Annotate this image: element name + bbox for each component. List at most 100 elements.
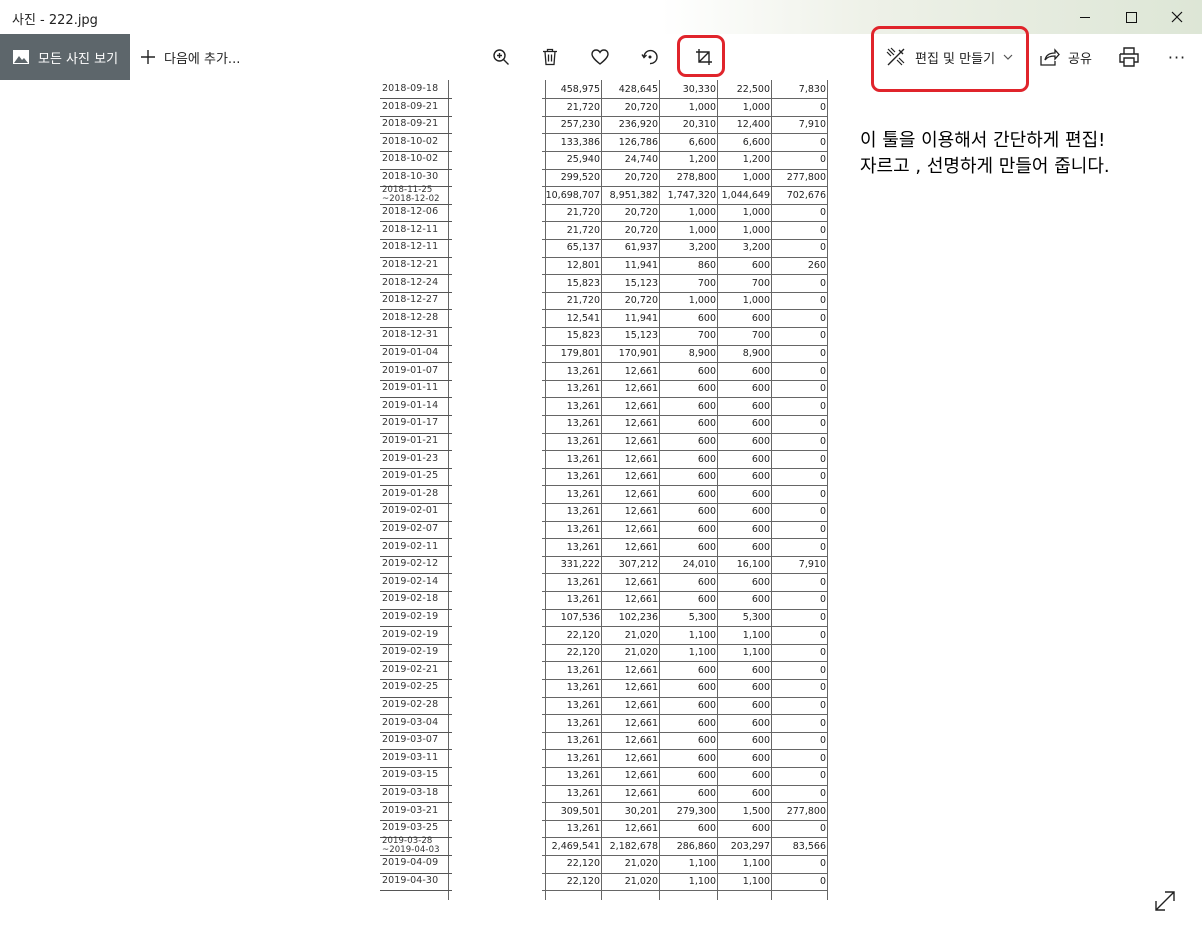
table-cell: 65,137: [566, 242, 600, 254]
table-row: 13,261 12,661 600 600 0: [538, 679, 828, 696]
delete-button[interactable]: [533, 34, 567, 80]
table-cell: 600: [697, 418, 716, 430]
table-cell: 600: [751, 700, 770, 711]
table-cell: 0: [819, 330, 826, 342]
fullscreen-button[interactable]: [1152, 888, 1178, 914]
more-button[interactable]: ···: [1160, 34, 1194, 80]
table-cell: 13,261: [566, 488, 600, 500]
date-cell: 2018-09-21: [382, 118, 439, 130]
date-row-border: [380, 555, 452, 557]
table-cell: 0: [819, 383, 826, 395]
table-cell: 5,300: [688, 612, 716, 623]
close-button[interactable]: [1154, 0, 1200, 34]
table-cell: 600: [697, 735, 716, 747]
table-row: 65,137 61,937 3,200 3,200 0: [538, 239, 828, 256]
table-row: 12,801 11,941 860 600 260: [538, 257, 828, 274]
date-row-border: [380, 309, 452, 311]
table-cell: 2,182,678: [609, 840, 658, 852]
table-cell: 22,120: [566, 876, 600, 887]
date-cell: 2019-03-07: [382, 734, 439, 746]
table-cell: 0: [819, 682, 826, 694]
date-cell: 2019-01-14: [382, 399, 439, 411]
date-row-border: [380, 520, 452, 522]
all-photos-button[interactable]: 모든 사진 보기: [0, 34, 130, 80]
table-cell: 0: [819, 752, 826, 764]
table-cell: 13,261: [566, 471, 600, 483]
date-cell: 2018-12-27: [382, 294, 439, 306]
table-row: 107,536 102,236 5,300 5,300 0: [538, 609, 828, 626]
table-row: 13,261 12,661 600 600 0: [538, 732, 828, 749]
date-cell: 2018-12-11: [382, 223, 439, 235]
table-cell: 600: [751, 312, 770, 324]
zoom-button[interactable]: [484, 34, 518, 80]
table-cell: 12,661: [624, 400, 658, 412]
table-cell: 12,661: [624, 506, 658, 518]
add-icon: [141, 50, 155, 64]
table-cell: 126,786: [618, 136, 658, 148]
table-cell: 702,676: [786, 189, 826, 201]
table-cell: 12,661: [624, 594, 658, 606]
table-cell: 600: [751, 823, 770, 835]
date-cell: 2019-03-04: [382, 716, 439, 728]
date-cell: 2019-01-17: [382, 417, 439, 429]
table-cell: 0: [819, 576, 826, 588]
minimize-button[interactable]: [1062, 0, 1108, 34]
table-row: 15,823 15,123 700 700 0: [538, 275, 828, 292]
table-cell: 102,236: [618, 612, 658, 623]
table-cell: 331,222: [560, 559, 600, 571]
table-cell: 12,661: [624, 488, 658, 500]
table-row: 309,501 30,201 279,300 1,500 277,800: [538, 803, 828, 820]
maximize-button[interactable]: [1108, 0, 1154, 34]
rotate-button[interactable]: [633, 34, 667, 80]
table-cell: 1,100: [742, 876, 770, 887]
table-row: 13,261 12,661 600 600 0: [538, 715, 828, 732]
date-cell: 2018-10-02: [382, 135, 439, 147]
table-cell: 13,261: [566, 700, 600, 711]
table-row: 13,261 12,661 600 600 0: [538, 521, 828, 538]
table-cell: 0: [819, 524, 826, 535]
table-row: 22,120 21,020 1,100 1,100 0: [538, 627, 828, 644]
table-cell: 600: [697, 541, 716, 553]
date-cell: 2019-02-01: [382, 505, 439, 517]
date-row-border: [380, 414, 452, 416]
delete-icon: [543, 48, 557, 66]
share-label: 공유: [1068, 51, 1092, 67]
table-row: 22,120 21,020 1,100 1,100 0: [538, 644, 828, 661]
date-row-border: [380, 854, 452, 856]
table-cell: 600: [697, 453, 716, 465]
table-cell: 0: [819, 436, 826, 447]
date-cell: 2019-02-19: [382, 628, 439, 640]
expand-icon: [1155, 891, 1175, 911]
table-cell: 12,661: [624, 576, 658, 588]
date-row-border: [380, 133, 452, 135]
table-cell: 700: [697, 330, 716, 342]
date-row-border: [380, 221, 452, 223]
table-cell: 13,261: [566, 365, 600, 377]
table-cell: 600: [751, 365, 770, 377]
date-row-border: [380, 203, 452, 205]
table-cell: 0: [819, 224, 826, 236]
date-cell: 2019-01-07: [382, 364, 439, 376]
table-row: 13,261 12,661 600 600 0: [538, 486, 828, 503]
add-to-button[interactable]: 다음에 추가...: [140, 34, 250, 80]
table-cell: 21,020: [624, 858, 658, 870]
table-cell: 860: [697, 260, 716, 271]
table-cell: 16,100: [736, 559, 770, 571]
table-row: 25,940 24,740 1,200 1,200 0: [538, 151, 828, 168]
share-button[interactable]: 공유: [1040, 34, 1100, 80]
table-cell: 0: [819, 488, 826, 500]
table-cell: 61,937: [624, 242, 658, 254]
date-cell: 2019-02-07: [382, 523, 439, 534]
table-cell: 13,261: [566, 576, 600, 588]
print-button[interactable]: [1112, 34, 1146, 80]
table-cell: 0: [819, 700, 826, 711]
table-cell: 13,261: [566, 418, 600, 430]
table-row: 13,261 12,661 600 600 0: [538, 451, 828, 468]
table-cell: 13,261: [566, 664, 600, 676]
table-cell: 12,661: [624, 524, 658, 535]
table-cell: 21,020: [624, 629, 658, 641]
date-cell: 2019-01-23: [382, 452, 439, 464]
table-cell: 0: [819, 541, 826, 553]
date-row-border: [380, 326, 452, 328]
favorite-button[interactable]: [583, 34, 617, 80]
